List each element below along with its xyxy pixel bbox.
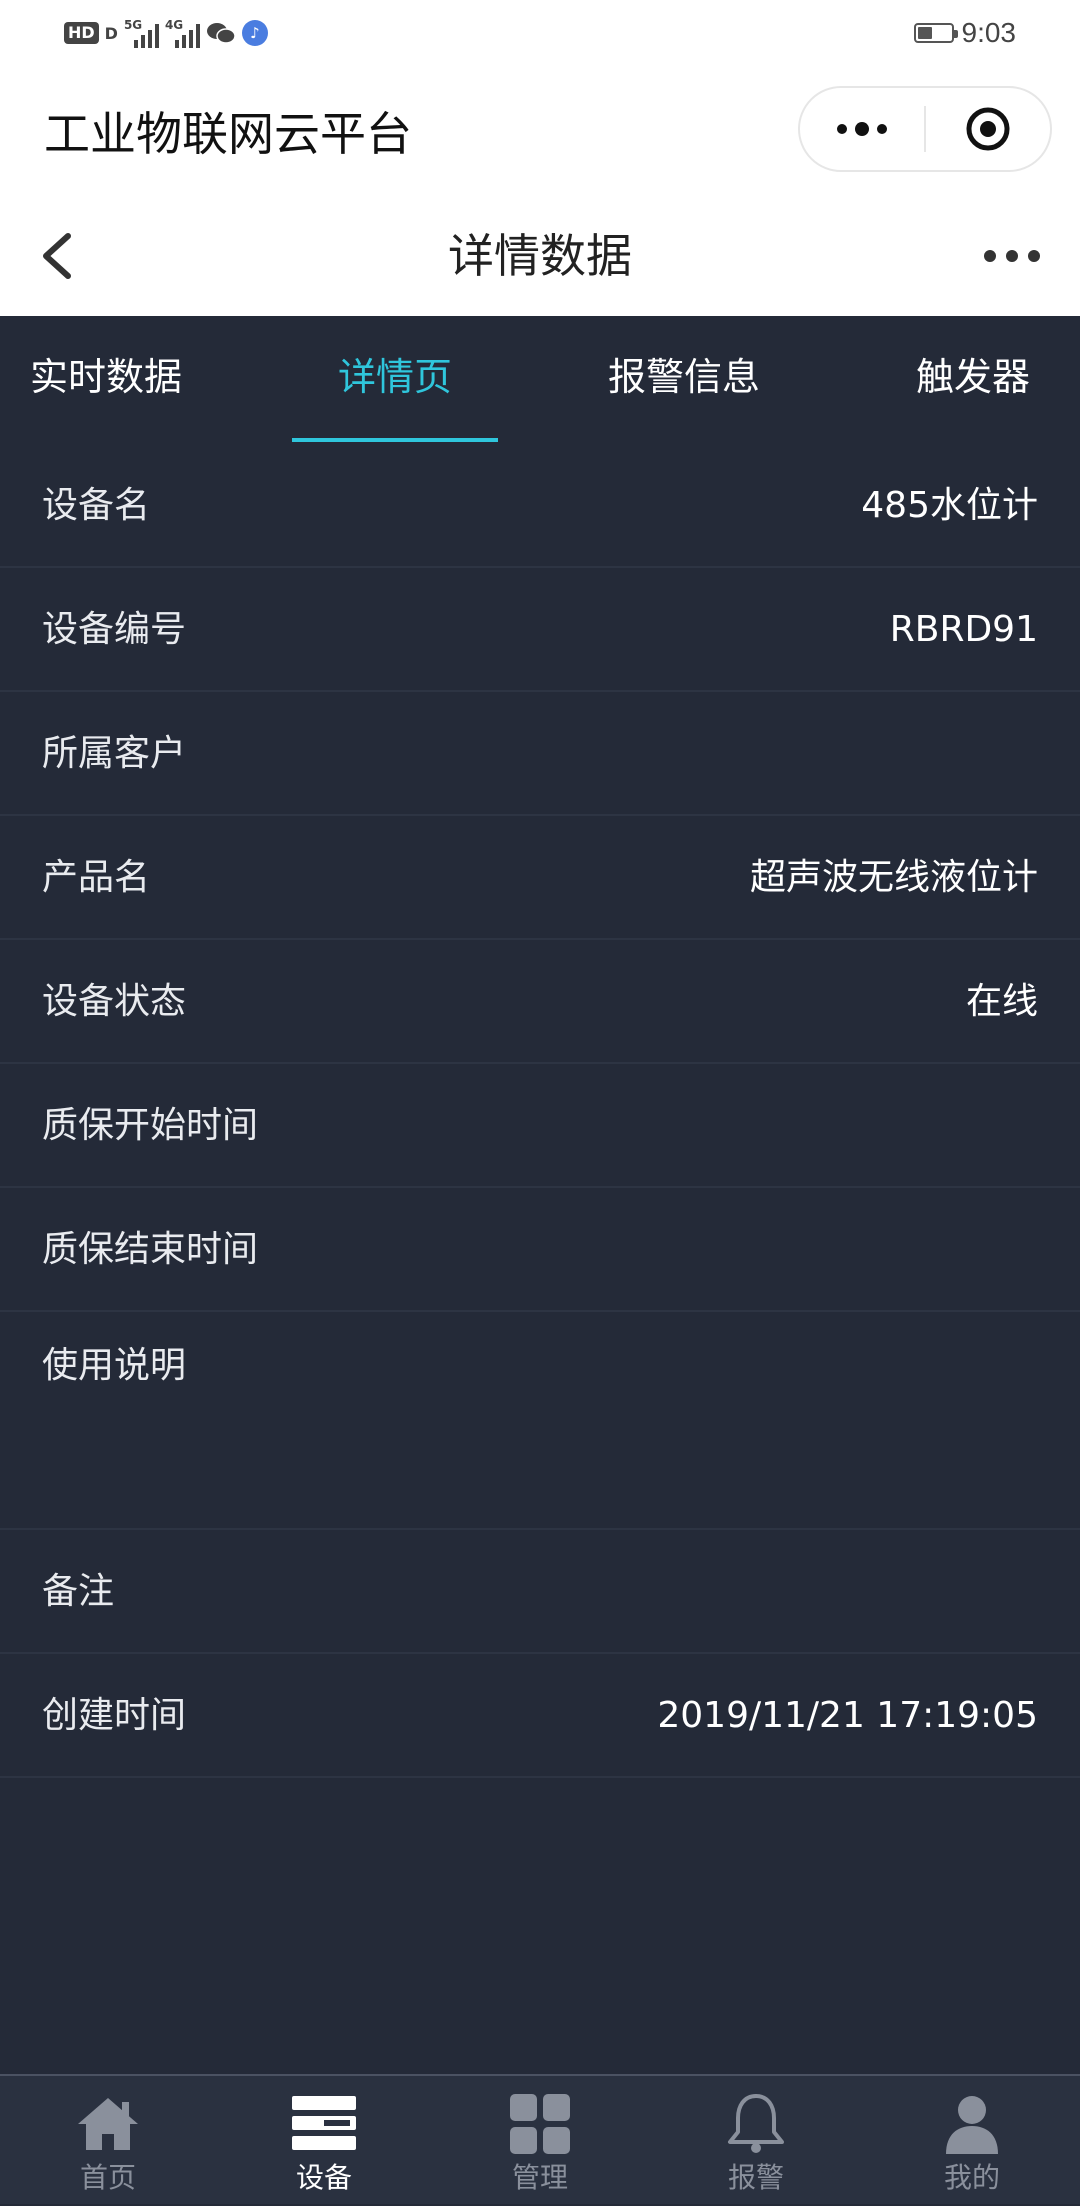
row-value: 在线: [965, 981, 1038, 1022]
capsule-close-button[interactable]: [926, 88, 1050, 170]
tabbar-label: 报警: [727, 2161, 784, 2194]
row-label: 质保开始时间: [42, 1105, 259, 1146]
tab-details[interactable]: 详情页: [338, 316, 452, 444]
page-title: 详情数据: [448, 229, 632, 283]
clock: 9:03: [961, 17, 1017, 48]
row-label: 备注: [42, 1571, 115, 1612]
tab-triggers[interactable]: 触发器: [916, 316, 1030, 444]
tab-alarm-info[interactable]: 报警信息: [608, 316, 760, 444]
detail-row-instructions: 使用说明: [0, 1312, 1080, 1530]
status-icons-left: HD D 5G 4G ♪: [64, 16, 268, 50]
row-label: 创建时间: [42, 1695, 187, 1736]
row-value: 2019/11/21 17:19:05: [657, 1695, 1038, 1736]
tabbar-label: 设备: [295, 2161, 352, 2194]
active-tab-indicator: [292, 438, 498, 442]
bell-icon: [728, 2094, 784, 2153]
row-label: 所属客户: [42, 733, 187, 774]
hd-badge: HD: [64, 22, 99, 44]
row-label: 设备名: [42, 485, 151, 526]
detail-row-device-name: 设备名 485水位计: [0, 444, 1080, 568]
row-label: 设备状态: [42, 981, 187, 1022]
more-dots-icon: [837, 122, 887, 136]
tabbar-alarm[interactable]: 报警: [648, 2076, 864, 2206]
dot: [984, 250, 996, 262]
grid-icon: [510, 2094, 570, 2154]
detail-row-warranty-start: 质保开始时间: [0, 1064, 1080, 1188]
wechat-icon: [206, 23, 236, 44]
detail-row-device-status: 设备状态 在线: [0, 940, 1080, 1064]
user-icon: [946, 2096, 998, 2154]
status-icons-right: 9:03: [913, 14, 1017, 52]
row-value: 超声波无线液位计: [749, 857, 1038, 898]
tabbar-profile[interactable]: 我的: [864, 2076, 1080, 2206]
tabbar-label: 管理: [511, 2161, 568, 2194]
app-title: 工业物联网云平台: [44, 107, 412, 161]
tabbar-label: 首页: [79, 2161, 136, 2194]
row-label: 使用说明: [42, 1345, 187, 1386]
detail-row-created-time: 创建时间 2019/11/21 17:19:05: [0, 1654, 1080, 1778]
dot: [1006, 250, 1018, 262]
detail-row-warranty-end: 质保结束时间: [0, 1188, 1080, 1312]
battery-icon: [913, 23, 958, 43]
detail-row-notes: 备注: [0, 1530, 1080, 1654]
music-icon: ♪: [241, 20, 268, 46]
capsule-menu: [798, 86, 1052, 172]
detail-row-product-name: 产品名 超声波无线液位计: [0, 816, 1080, 940]
signal-5g-label: 5G: [123, 18, 143, 32]
detail-list: 设备名 485水位计 设备编号 RBRD91 所属客户 产品名 超声波无线液位计…: [0, 444, 1080, 1778]
tabbar-manage[interactable]: 管理: [432, 2076, 648, 2206]
signal-5g-icon: 5G: [124, 18, 159, 48]
tabbar-devices[interactable]: 设备: [216, 2076, 432, 2206]
row-label: 设备编号: [42, 609, 187, 650]
more-options-button[interactable]: [984, 236, 1040, 276]
target-icon: [966, 107, 1010, 151]
bottom-tab-bar: 首页 设备 管理 报警 我的: [0, 2074, 1080, 2204]
page-nav-bar: 详情数据: [0, 196, 1080, 316]
app-header: 工业物联网云平台: [0, 66, 1080, 196]
tabbar-home[interactable]: 首页: [0, 2076, 216, 2206]
device-icon: [292, 2096, 356, 2150]
row-label: 质保结束时间: [42, 1229, 259, 1270]
tab-bar: 实时数据 详情页 报警信息 触发器: [0, 316, 1080, 444]
detail-row-customer: 所属客户: [0, 692, 1080, 816]
row-label: 产品名: [42, 857, 151, 898]
row-value: 485水位计: [861, 485, 1038, 526]
hd-sub-label: D: [104, 23, 118, 43]
signal-4g-label: 4G: [164, 18, 184, 32]
status-bar: HD D 5G 4G ♪ 9:03: [0, 0, 1080, 66]
row-value: RBRD91: [889, 609, 1038, 650]
signal-4g-icon: 4G: [165, 18, 200, 48]
capsule-more-button[interactable]: [800, 88, 924, 170]
dot: [1028, 250, 1040, 262]
detail-row-device-id: 设备编号 RBRD91: [0, 568, 1080, 692]
tabbar-label: 我的: [943, 2161, 1000, 2194]
home-icon: [78, 2098, 138, 2150]
tab-realtime-data[interactable]: 实时数据: [30, 316, 182, 444]
